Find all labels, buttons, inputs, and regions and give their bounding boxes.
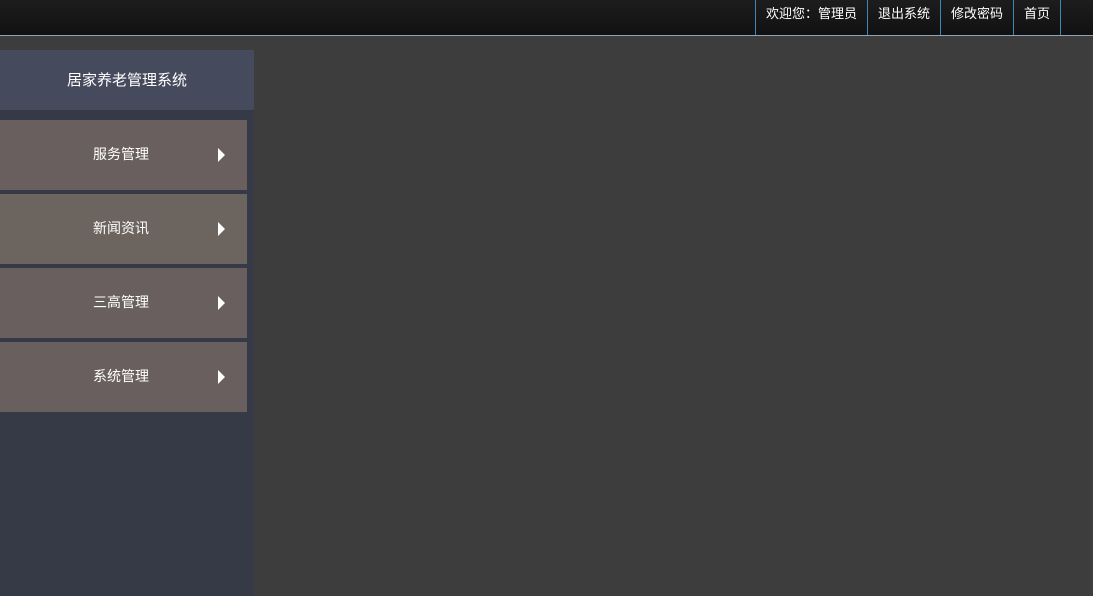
top-nav: 欢迎您：管理员 退出系统 修改密码 首页 (754, 0, 1061, 35)
sidebar-item-label: 新闻资讯 (93, 221, 149, 237)
sidebar-item-label: 三高管理 (93, 295, 149, 311)
home-link[interactable]: 首页 (1012, 0, 1061, 35)
system-title: 居家养老管理系统 (0, 50, 254, 110)
caret-right-icon (218, 222, 225, 236)
logout-link[interactable]: 退出系统 (866, 0, 940, 35)
caret-right-icon (218, 148, 225, 162)
sidebar-item-system-management[interactable]: 系统管理 (0, 342, 247, 412)
sidebar-item-label: 系统管理 (93, 369, 149, 385)
sidebar-menu: 服务管理 新闻资讯 三高管理 系统管理 (0, 120, 247, 416)
sidebar-item-news[interactable]: 新闻资讯 (0, 194, 247, 264)
welcome-text: 欢迎您：管理员 (754, 0, 867, 35)
sidebar-item-label: 服务管理 (93, 147, 149, 163)
sidebar: 居家养老管理系统 服务管理 新闻资讯 三高管理 系统管理 (0, 50, 254, 596)
sidebar-item-service-management[interactable]: 服务管理 (0, 120, 247, 190)
caret-right-icon (218, 296, 225, 310)
top-bar: 欢迎您：管理员 退出系统 修改密码 首页 (0, 0, 1093, 36)
sidebar-item-three-highs-management[interactable]: 三高管理 (0, 268, 247, 338)
change-password-link[interactable]: 修改密码 (939, 0, 1013, 35)
caret-right-icon (218, 370, 225, 384)
main-content-area (254, 37, 1093, 596)
